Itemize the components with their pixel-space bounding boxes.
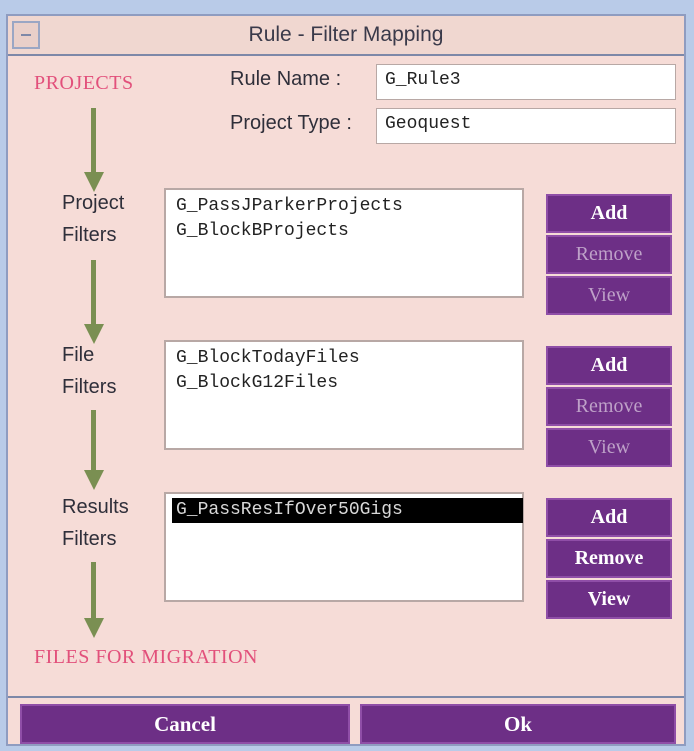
project-filters-label-line2: Filters [62, 224, 117, 246]
flow-arrow-icon [84, 260, 104, 344]
project-filters-list[interactable]: G_PassJParkerProjects G_BlockBProjects [164, 188, 524, 298]
file-filters-list[interactable]: G_BlockTodayFiles G_BlockG12Files [164, 340, 524, 450]
file-filters-label-line2: Filters [62, 376, 117, 398]
file-filters-label-line1: File [62, 344, 95, 366]
projects-flow-label: PROJECTS [34, 72, 134, 94]
rule-name-field[interactable]: G_Rule3 [376, 64, 676, 100]
project-filters-label-line1: Project [62, 192, 125, 214]
results-filters-label-line2: Filters [62, 528, 117, 550]
cancel-button[interactable]: Cancel [20, 704, 350, 744]
results-filters-remove-button[interactable]: Remove [546, 539, 672, 578]
footer-divider [8, 696, 684, 698]
title-bar: Rule - Filter Mapping [8, 16, 684, 56]
flow-arrow-icon [84, 108, 104, 192]
flow-arrow-icon [84, 410, 104, 490]
project-filters-remove-button[interactable]: Remove [546, 235, 672, 274]
results-filters-list[interactable]: G_PassResIfOver50Gigs [164, 492, 524, 602]
list-item[interactable]: G_BlockG12Files [172, 371, 516, 396]
project-filters-view-button[interactable]: View [546, 276, 672, 315]
list-item[interactable]: G_BlockTodayFiles [172, 346, 516, 371]
project-filters-add-button[interactable]: Add [546, 194, 672, 233]
rule-name-label: Rule Name : [230, 68, 342, 90]
file-filters-add-button[interactable]: Add [546, 346, 672, 385]
file-filters-remove-button[interactable]: Remove [546, 387, 672, 426]
flow-arrow-icon [84, 562, 104, 638]
list-item[interactable]: G_BlockBProjects [172, 219, 516, 244]
project-type-field[interactable]: Geoquest [376, 108, 676, 144]
results-filters-add-button[interactable]: Add [546, 498, 672, 537]
file-filters-view-button[interactable]: View [546, 428, 672, 467]
ok-button[interactable]: Ok [360, 704, 676, 744]
list-item-selected[interactable]: G_PassResIfOver50Gigs [172, 498, 523, 523]
results-filters-view-button[interactable]: View [546, 580, 672, 619]
files-for-migration-flow-label: FILES FOR MIGRATION [34, 646, 258, 668]
project-type-label: Project Type : [230, 112, 352, 134]
filter-mapping-dialog: Rule - Filter Mapping PROJECTS Rule Name… [6, 14, 686, 746]
window-title: Rule - Filter Mapping [248, 23, 444, 46]
results-filters-label-line1: Results [62, 496, 129, 518]
list-item[interactable]: G_PassJParkerProjects [172, 194, 516, 219]
